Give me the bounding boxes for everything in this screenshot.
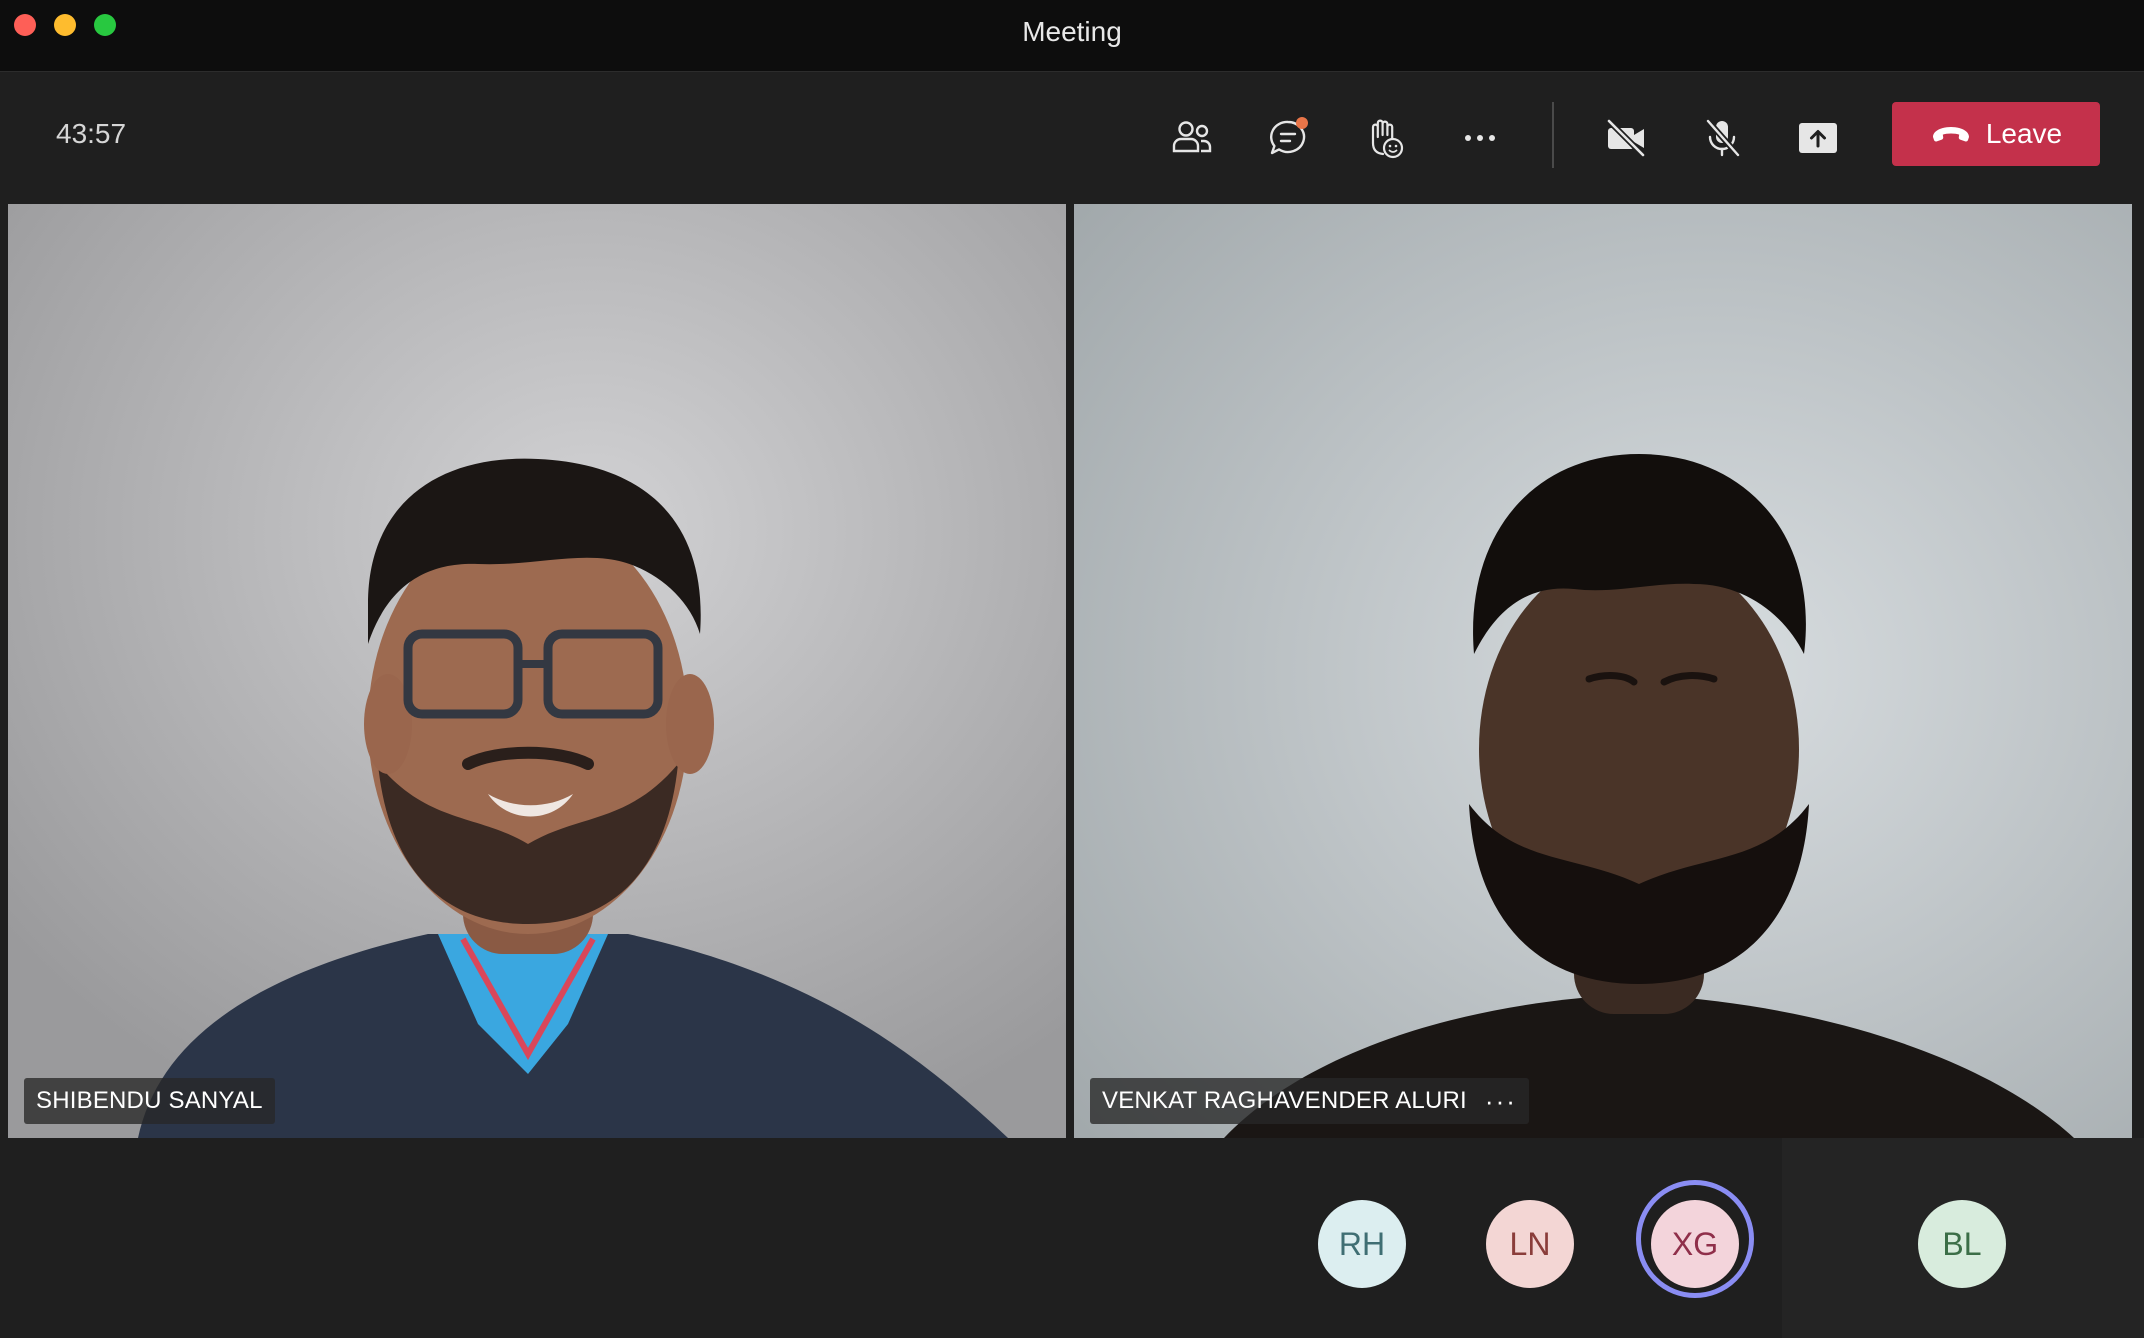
avatar-ln[interactable]: LN	[1486, 1200, 1574, 1288]
participant-video-image	[8, 204, 1066, 1138]
avatar-initials: BL	[1942, 1225, 1982, 1262]
window-title: Meeting	[1022, 16, 1122, 47]
participant-roster-bar: RH LN XG BL	[0, 1138, 2144, 1338]
mic-off-icon	[1705, 119, 1741, 157]
window-titlebar: Meeting	[0, 0, 2144, 72]
share-icon	[1799, 123, 1837, 153]
avatar-initials: RH	[1338, 1225, 1386, 1262]
mic-toggle-button[interactable]	[1692, 108, 1752, 168]
avatar-xg[interactable]: XG	[1651, 1200, 1739, 1288]
video-tile-shibendu[interactable]: SHIBENDU SANYAL	[8, 204, 1066, 1138]
hang-up-icon	[1932, 127, 1969, 142]
people-icon	[1172, 121, 1212, 153]
avatar-initials: LN	[1509, 1225, 1551, 1262]
chat-button[interactable]	[1258, 108, 1318, 168]
share-screen-button[interactable]	[1788, 108, 1848, 168]
leave-label: Leave	[1985, 118, 2063, 149]
toolbar-divider	[1552, 102, 1554, 168]
chat-notification-badge	[1296, 117, 1308, 129]
leave-button[interactable]: Leave	[1892, 102, 2100, 166]
participant-more-button[interactable]: ···	[1485, 1086, 1517, 1117]
chat-icon	[1269, 117, 1308, 155]
participant-name: VENKAT RAGHAVENDER ALURI	[1102, 1087, 1467, 1114]
participant-video-image	[1074, 204, 2132, 1138]
participant-name: SHIBENDU SANYAL	[36, 1087, 263, 1114]
video-tile-venkat[interactable]: VENKAT RAGHAVENDER ALURI ···	[1074, 204, 2132, 1138]
participant-nameplate: SHIBENDU SANYAL	[24, 1078, 275, 1124]
participants-button[interactable]	[1162, 108, 1222, 168]
meeting-timer: 43:57	[56, 118, 127, 149]
avatar-bl[interactable]: BL	[1918, 1200, 2006, 1288]
more-actions-button[interactable]	[1450, 108, 1510, 168]
reactions-button[interactable]	[1354, 108, 1414, 168]
participant-nameplate: VENKAT RAGHAVENDER ALURI ···	[1090, 1078, 1529, 1124]
camera-toggle-button[interactable]	[1596, 108, 1656, 168]
raise-hand-icon	[1371, 119, 1404, 159]
meeting-toolbar: 43:57 Leave	[0, 72, 2144, 202]
avatar-rh[interactable]: RH	[1318, 1200, 1406, 1288]
more-icon	[1465, 135, 1495, 141]
avatar-initials: XG	[1671, 1225, 1719, 1262]
camera-off-icon	[1606, 118, 1646, 158]
